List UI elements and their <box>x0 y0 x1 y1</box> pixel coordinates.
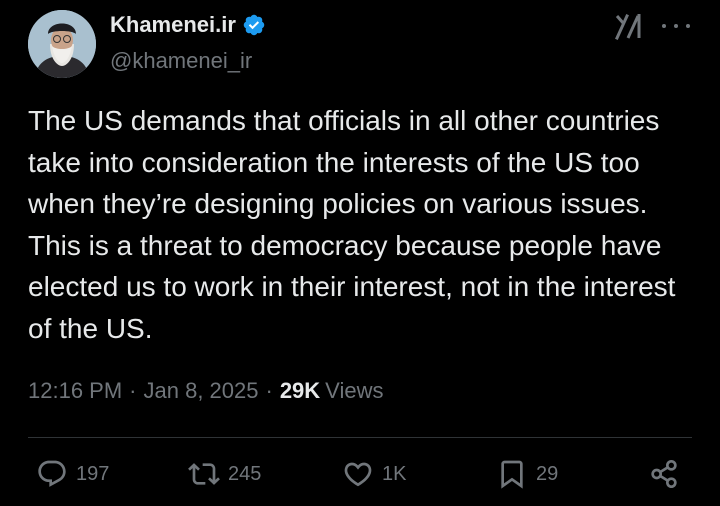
bookmark-count: 29 <box>536 462 559 485</box>
like-button[interactable]: 1K <box>342 458 406 490</box>
repost-icon <box>188 463 220 485</box>
like-count: 1K <box>382 462 407 485</box>
profile-photo-icon <box>28 10 96 78</box>
author-name-row: Khamenei.ir <box>110 12 266 38</box>
tweet-time[interactable]: 12:16 PM <box>28 378 122 404</box>
bookmark-button[interactable]: 29 <box>496 458 558 490</box>
meta-separator: · <box>129 378 137 403</box>
grok-icon[interactable] <box>614 12 644 40</box>
repost-count: 245 <box>228 462 262 485</box>
reply-button[interactable]: 197 <box>36 458 109 490</box>
meta-separator: · <box>265 378 273 403</box>
reply-icon <box>38 460 66 487</box>
heart-icon <box>344 462 372 487</box>
more-options-icon[interactable] <box>662 22 690 30</box>
views-count: 29K <box>279 378 321 403</box>
divider <box>28 437 692 438</box>
share-icon <box>651 460 677 488</box>
reply-count: 197 <box>76 462 110 485</box>
tweet-card: Khamenei.ir @khamenei_ir The US demands … <box>0 0 720 506</box>
author-handle[interactable]: @khamenei_ir <box>110 48 252 74</box>
tweet-text: The US demands that officials in all oth… <box>28 105 676 344</box>
share-button[interactable] <box>648 458 680 490</box>
avatar[interactable] <box>28 10 96 78</box>
action-bar: 197 245 1K 29 <box>0 458 720 502</box>
verified-badge-icon <box>242 13 266 37</box>
tweet-date[interactable]: Jan 8, 2025 <box>144 378 259 404</box>
bookmark-icon <box>501 460 523 489</box>
views-label: Views <box>325 378 384 403</box>
tweet-meta: 12:16 PM · Jan 8, 2025 · 29K Views <box>28 378 383 404</box>
repost-button[interactable]: 245 <box>188 458 261 490</box>
author-display-name[interactable]: Khamenei.ir <box>110 12 236 38</box>
